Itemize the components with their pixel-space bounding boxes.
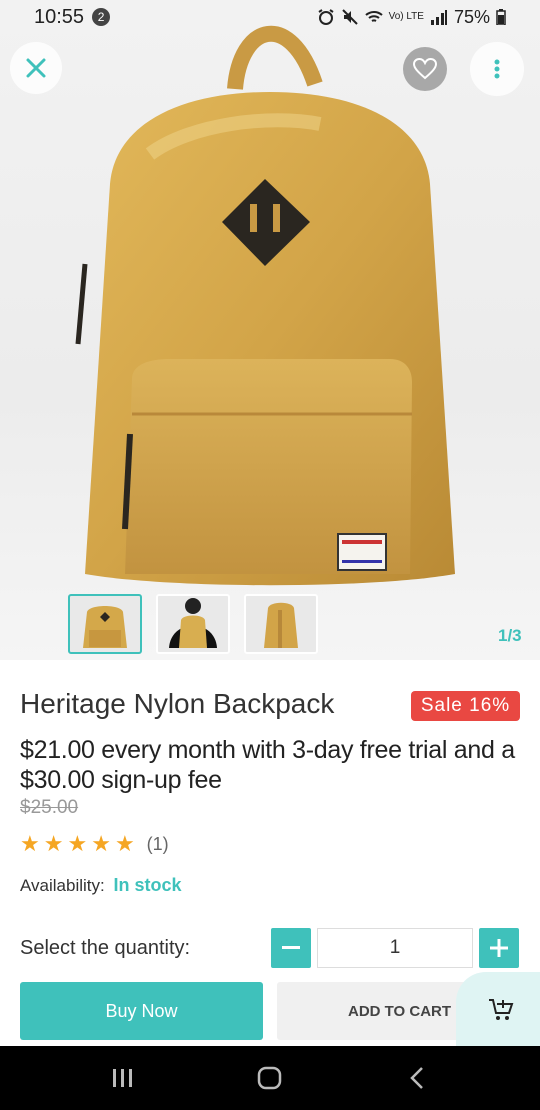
thumbnail-image: [264, 602, 298, 648]
quantity-input[interactable]: [317, 928, 473, 968]
battery-icon: [496, 9, 506, 25]
home-button[interactable]: [240, 1053, 300, 1103]
more-options-button[interactable]: [470, 42, 524, 96]
more-vertical-icon: [494, 59, 500, 79]
image-counter: 1/3: [498, 626, 522, 645]
home-icon: [257, 1066, 282, 1090]
availability-label: Availability:: [20, 876, 105, 895]
rating[interactable]: ★ ★ ★ ★ ★ (1): [20, 833, 169, 855]
sale-badge: Sale 16%: [411, 691, 520, 721]
thumbnail-image: [83, 606, 127, 648]
system-nav-bar: [0, 1046, 540, 1110]
close-button[interactable]: [10, 42, 62, 94]
star-icon: ★: [91, 831, 111, 856]
original-price: $25.00: [20, 797, 79, 818]
heart-icon: [413, 58, 437, 80]
product-image-gallery[interactable]: 10:55 2 Vo) LTE 75% 1/3: [0, 0, 540, 660]
cart-button[interactable]: [456, 972, 540, 1048]
star-icon: ★: [67, 831, 88, 856]
buy-now-button[interactable]: Buy Now: [20, 982, 263, 1040]
close-icon: [26, 58, 46, 78]
availability: Availability: In stock: [20, 875, 182, 896]
thumbnail-2[interactable]: [156, 594, 230, 654]
quantity-decrease-button[interactable]: [271, 928, 311, 968]
quantity-label: Select the quantity:: [20, 937, 191, 959]
back-icon: [409, 1067, 423, 1089]
product-image: [75, 25, 455, 586]
add-to-cart-icon: [489, 999, 514, 1020]
wishlist-button[interactable]: [403, 47, 447, 91]
quantity-increase-button[interactable]: [479, 928, 519, 968]
thumbnail-1[interactable]: [68, 594, 142, 654]
rating-count[interactable]: (1): [147, 834, 169, 855]
recent-apps-icon: [113, 1069, 133, 1087]
availability-status: In stock: [113, 875, 182, 895]
back-button[interactable]: [387, 1053, 447, 1103]
plus-icon: [490, 939, 508, 957]
minus-icon: [282, 946, 300, 949]
star-icon: ★: [114, 831, 135, 856]
subscription-price: $21.00 every month with 3-day free trial…: [20, 736, 515, 794]
product-title: Heritage Nylon Backpack: [20, 688, 335, 719]
thumbnail-strip: [68, 594, 318, 654]
thumbnail-image: [169, 598, 217, 648]
star-icon: ★: [20, 831, 40, 856]
star-icon: ★: [43, 831, 64, 856]
recent-apps-button[interactable]: [93, 1053, 153, 1103]
thumbnail-3[interactable]: [244, 594, 318, 654]
rating-stars: ★ ★ ★ ★ ★: [20, 833, 135, 855]
